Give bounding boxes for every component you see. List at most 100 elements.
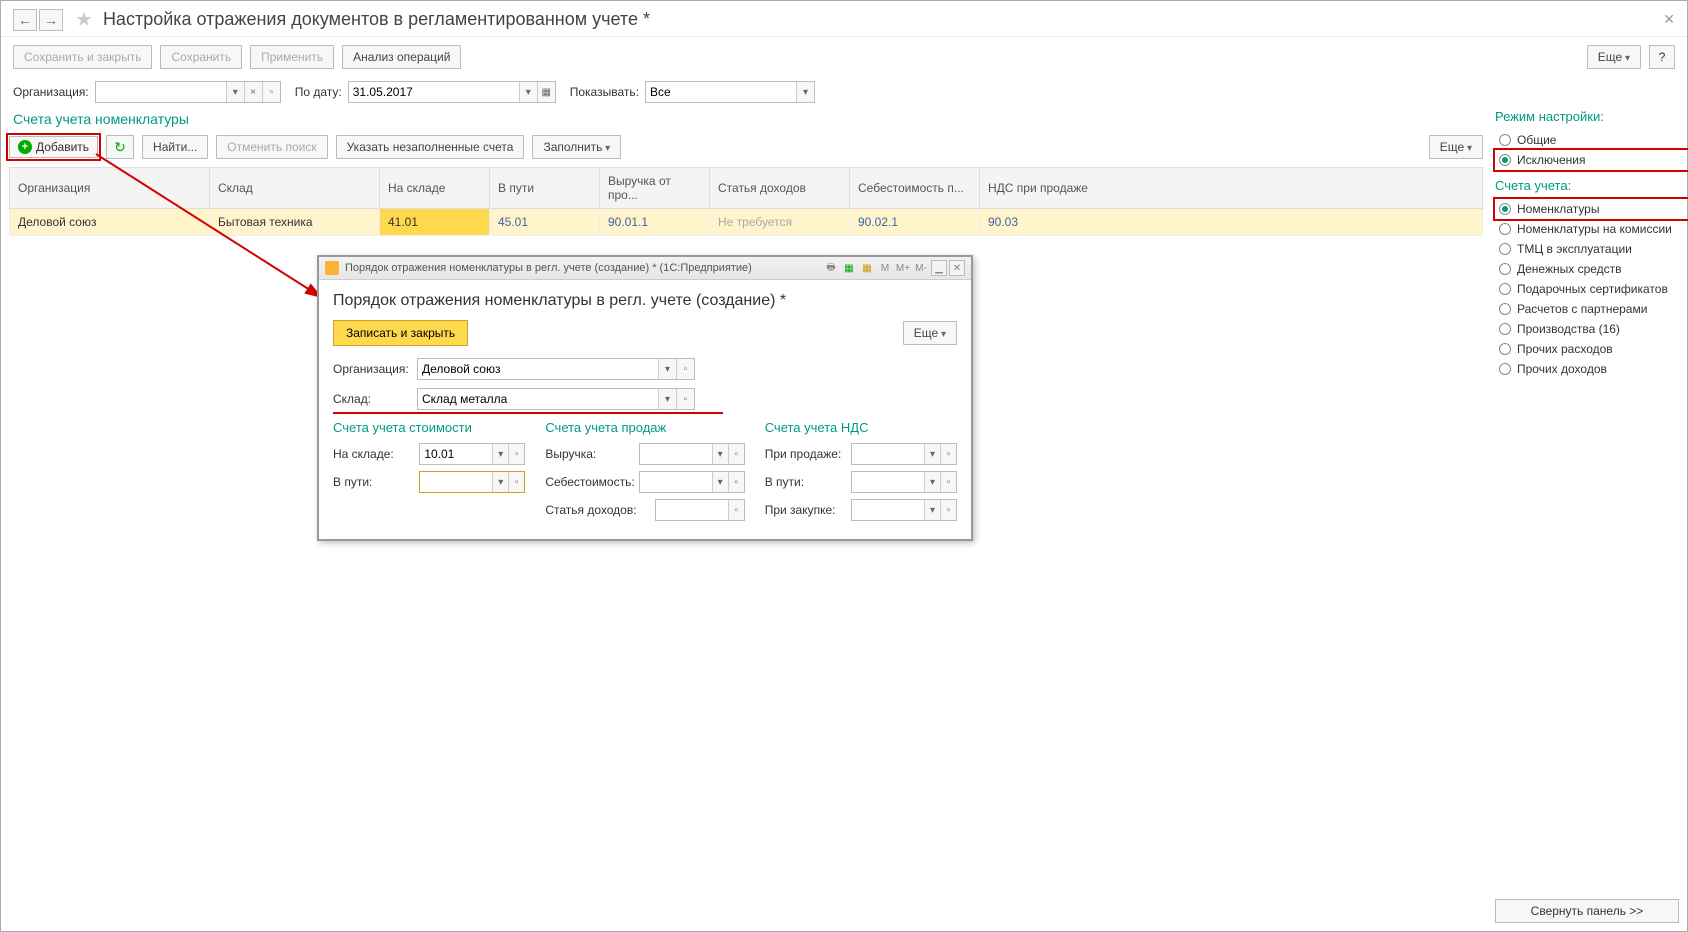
nav-back-button[interactable]: ← <box>13 9 37 31</box>
radio-icon <box>1499 283 1511 295</box>
g2-rev-field[interactable]: ▾▫ <box>639 443 745 465</box>
app-icon <box>325 261 339 275</box>
titlebar-m-plus-icon[interactable]: M+ <box>895 260 911 276</box>
cell-cost[interactable]: 90.02.1 <box>850 209 980 236</box>
show-empty-button[interactable]: Указать незаполненные счета <box>336 135 525 159</box>
g1-transit-field[interactable]: ▾▫ <box>419 471 525 493</box>
acct-other-expenses[interactable]: Прочих расходов <box>1495 339 1688 359</box>
org-filter[interactable]: ▾ × ▫ <box>95 81 281 103</box>
titlebar-print-icon[interactable]: 🖶 <box>823 260 839 276</box>
col-vat[interactable]: НДС при продаже <box>980 168 1483 209</box>
find-button[interactable]: Найти... <box>142 135 208 159</box>
mode-exceptions[interactable]: Исключения <box>1495 150 1688 170</box>
show-dropdown-icon[interactable]: ▾ <box>796 82 814 102</box>
mode-common[interactable]: Общие <box>1495 130 1688 150</box>
titlebar-m-minus-icon[interactable]: M- <box>913 260 929 276</box>
org-filter-label: Организация: <box>13 85 89 99</box>
calendar-icon[interactable]: ▦ <box>537 82 555 102</box>
cell-vat[interactable]: 90.03 <box>980 209 1483 236</box>
org-clear-icon[interactable]: × <box>244 82 262 102</box>
group1-title: Счета учета стоимости <box>333 420 525 435</box>
dropdown-icon[interactable]: ▾ <box>658 359 676 379</box>
acct-partners[interactable]: Расчетов с партнерами <box>1495 299 1688 319</box>
cell-at-warehouse[interactable]: 41.01 <box>380 209 490 236</box>
modal-wh-input[interactable] <box>418 389 658 409</box>
save-button[interactable]: Сохранить <box>160 45 242 69</box>
modal-org-field[interactable]: ▾ ▫ <box>417 358 695 380</box>
radio-icon <box>1499 203 1511 215</box>
g2-inc-field[interactable]: ▫ <box>655 499 745 521</box>
dropdown-icon[interactable]: ▾ <box>658 389 676 409</box>
help-button[interactable]: ? <box>1649 45 1675 69</box>
g3-transit-field[interactable]: ▾▫ <box>851 471 957 493</box>
g2-cost-field[interactable]: ▾▫ <box>639 471 745 493</box>
cancel-search-button[interactable]: Отменить поиск <box>216 135 327 159</box>
col-org[interactable]: Организация <box>10 168 210 209</box>
acct-tmc[interactable]: ТМЦ в эксплуатации <box>1495 239 1688 259</box>
g2-inc-label: Статья доходов: <box>545 503 650 517</box>
date-dropdown-icon[interactable]: ▾ <box>519 82 537 102</box>
g3-purchase-field[interactable]: ▾▫ <box>851 499 957 521</box>
cell-income-item[interactable]: Не требуется <box>710 209 850 236</box>
cell-org[interactable]: Деловой союз <box>10 209 210 236</box>
write-close-button[interactable]: Записать и закрыть <box>333 320 468 346</box>
top-more-button[interactable]: Еще <box>1587 45 1641 69</box>
favorite-icon[interactable]: ★ <box>75 7 93 32</box>
titlebar-calc-icon[interactable]: ▦ <box>841 260 857 276</box>
org-filter-input[interactable] <box>96 82 226 102</box>
cell-revenue[interactable]: 90.01.1 <box>600 209 710 236</box>
modal-titlebar-text: Порядок отражения номенклатуры в регл. у… <box>345 262 752 274</box>
g1-atwh-field[interactable]: ▾▫ <box>419 443 525 465</box>
accounts-table: Организация Склад На складе В пути Выруч… <box>9 167 1483 236</box>
group3-title: Счета учета НДС <box>765 420 957 435</box>
collapse-panel-button[interactable]: Свернуть панель >> <box>1495 899 1679 923</box>
nav-forward-button[interactable]: → <box>39 9 63 31</box>
refresh-button[interactable]: ↻ <box>106 135 134 159</box>
open-icon[interactable]: ▫ <box>676 389 694 409</box>
modal-more-button[interactable]: Еще <box>903 321 957 345</box>
date-filter-input[interactable] <box>349 82 519 102</box>
cell-in-transit[interactable]: 45.01 <box>490 209 600 236</box>
show-filter-input[interactable] <box>646 82 796 102</box>
acct-other-income[interactable]: Прочих доходов <box>1495 359 1688 379</box>
titlebar-minimize-icon[interactable]: ▁ <box>931 260 947 276</box>
g3-sale-label: При продаже: <box>765 447 847 461</box>
plus-icon: + <box>18 140 32 154</box>
titlebar-m-icon[interactable]: M <box>877 260 893 276</box>
close-button[interactable]: ✕ <box>1663 11 1675 28</box>
add-button[interactable]: + Добавить <box>9 136 98 158</box>
org-open-icon[interactable]: ▫ <box>262 82 280 102</box>
date-filter[interactable]: ▾ ▦ <box>348 81 556 103</box>
org-dropdown-icon[interactable]: ▾ <box>226 82 244 102</box>
col-at-warehouse[interactable]: На складе <box>380 168 490 209</box>
apply-button[interactable]: Применить <box>250 45 334 69</box>
acct-nomenclature[interactable]: Номенклатуры <box>1495 199 1688 219</box>
modal-org-input[interactable] <box>418 359 658 379</box>
fill-button[interactable]: Заполнить <box>532 135 621 159</box>
titlebar-close-icon[interactable]: ✕ <box>949 260 965 276</box>
radio-icon <box>1499 343 1511 355</box>
modal-wh-label: Склад: <box>333 392 411 406</box>
g3-sale-field[interactable]: ▾▫ <box>851 443 957 465</box>
cell-warehouse[interactable]: Бытовая техника <box>210 209 380 236</box>
col-warehouse[interactable]: Склад <box>210 168 380 209</box>
acct-money[interactable]: Денежных средств <box>1495 259 1688 279</box>
show-filter-label: Показывать: <box>570 85 639 99</box>
acct-production[interactable]: Производства (16) <box>1495 319 1688 339</box>
modal-wh-field[interactable]: ▾ ▫ <box>417 388 695 410</box>
col-in-transit[interactable]: В пути <box>490 168 600 209</box>
show-filter[interactable]: ▾ <box>645 81 815 103</box>
acct-commission[interactable]: Номенклатуры на комиссии <box>1495 219 1688 239</box>
col-cost[interactable]: Себестоимость п... <box>850 168 980 209</box>
table-row[interactable]: Деловой союз Бытовая техника 41.01 45.01… <box>10 209 1483 236</box>
table-more-button[interactable]: Еще <box>1429 135 1483 159</box>
save-close-button[interactable]: Сохранить и закрыть <box>13 45 152 69</box>
section-title: Счета учета номенклатуры <box>13 111 1483 127</box>
open-icon[interactable]: ▫ <box>676 359 694 379</box>
titlebar-calendar-icon[interactable]: ▦ <box>859 260 875 276</box>
acct-gift[interactable]: Подарочных сертификатов <box>1495 279 1688 299</box>
modal-titlebar[interactable]: Порядок отражения номенклатуры в регл. у… <box>319 257 971 280</box>
col-income-item[interactable]: Статья доходов <box>710 168 850 209</box>
analysis-button[interactable]: Анализ операций <box>342 45 461 69</box>
col-revenue[interactable]: Выручка от про... <box>600 168 710 209</box>
